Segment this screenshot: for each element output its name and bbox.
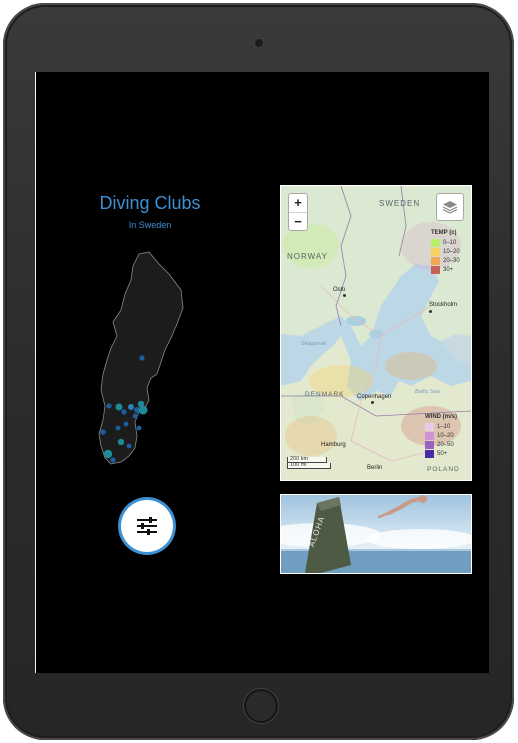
club-dot xyxy=(138,405,148,415)
club-dot xyxy=(103,449,113,459)
city-dot xyxy=(343,294,346,297)
country-label: DENMARK xyxy=(305,391,345,398)
legend-swatch xyxy=(431,238,440,247)
city-label: Stockholm xyxy=(429,302,458,308)
club-dot xyxy=(132,413,138,419)
city-label: Hamburg xyxy=(321,442,346,448)
wind-legend: WIND (m/s) 1–10 10–20 20–50 50+ xyxy=(425,414,457,458)
club-dot xyxy=(128,404,134,410)
page-title: Diving Clubs xyxy=(99,193,201,213)
legend-row: 0–10 xyxy=(431,238,460,247)
legend-row: 10–20 xyxy=(431,247,460,256)
scale-mi: 100 mi xyxy=(287,462,331,469)
page-subtitle: In Sweden xyxy=(128,220,172,230)
temp-legend-title: TEMP (c) xyxy=(431,230,457,236)
city-dot xyxy=(429,310,432,313)
country-label: POLAND xyxy=(427,466,460,473)
legend-label: 10–20 xyxy=(443,248,460,255)
weather-map[interactable]: + − SWEDEN NORWAY DENMARK POLAND Oslo St… xyxy=(280,185,472,481)
home-button[interactable] xyxy=(244,689,278,723)
temp-legend: TEMP (c) 0–10 10–20 20–30 30+ xyxy=(431,230,460,274)
legend-label: 1–10 xyxy=(437,423,451,430)
layers-icon xyxy=(442,201,458,214)
diving-photo[interactable]: ALOHA xyxy=(280,494,472,574)
photo-image xyxy=(281,495,471,573)
legend-swatch xyxy=(425,449,434,458)
club-dot xyxy=(123,421,129,427)
sliders-icon xyxy=(137,517,157,535)
club-dot xyxy=(117,438,125,446)
country-label: SWEDEN xyxy=(379,199,421,208)
club-dot xyxy=(115,425,121,431)
zoom-control: + − xyxy=(288,193,308,231)
filter-settings-button[interactable] xyxy=(121,500,173,552)
legend-swatch xyxy=(425,440,434,449)
club-dot xyxy=(100,429,106,435)
city-dot xyxy=(371,401,374,404)
layers-button[interactable] xyxy=(436,193,464,221)
legend-row: 50+ xyxy=(425,449,457,458)
city-label: Copenhagen xyxy=(357,394,392,400)
zoom-out-button[interactable]: − xyxy=(289,213,307,231)
tablet-frame: Diving Clubs In Sweden + − SWEDEN NORWAY… xyxy=(3,3,514,740)
legend-row: 1–10 xyxy=(425,422,457,431)
sea-label: Skagerrak xyxy=(301,341,327,347)
club-dot xyxy=(139,355,145,361)
city-label: Berlin xyxy=(367,465,383,471)
legend-label: 0–10 xyxy=(443,239,457,246)
legend-swatch xyxy=(431,256,440,265)
map-scale: 200 km 100 mi xyxy=(287,456,331,469)
club-dot xyxy=(121,409,127,415)
club-dot xyxy=(110,457,116,463)
sweden-club-map[interactable] xyxy=(91,250,201,472)
legend-label: 20–30 xyxy=(443,257,460,264)
legend-swatch xyxy=(425,431,434,440)
club-dot xyxy=(126,443,132,449)
legend-row: 10–20 xyxy=(425,431,457,440)
app-screen: Diving Clubs In Sweden + − SWEDEN NORWAY… xyxy=(35,72,489,673)
legend-label: 50+ xyxy=(437,450,448,457)
legend-label: 20–50 xyxy=(437,441,454,448)
legend-swatch xyxy=(431,247,440,256)
sea-label: Baltic Sea xyxy=(415,389,440,395)
club-dot xyxy=(115,403,123,411)
legend-row: 30+ xyxy=(431,265,460,274)
city-label: Oslo xyxy=(333,287,346,293)
zoom-in-button[interactable]: + xyxy=(289,194,307,213)
legend-row: 20–30 xyxy=(431,256,460,265)
club-dot xyxy=(136,425,142,431)
club-dot xyxy=(106,403,112,409)
wind-legend-title: WIND (m/s) xyxy=(425,414,457,420)
legend-swatch xyxy=(431,265,440,274)
legend-label: 30+ xyxy=(443,266,454,273)
country-label: NORWAY xyxy=(287,252,328,261)
legend-row: 20–50 xyxy=(425,440,457,449)
front-camera xyxy=(255,39,263,47)
legend-swatch xyxy=(425,422,434,431)
legend-label: 10–20 xyxy=(437,432,454,439)
